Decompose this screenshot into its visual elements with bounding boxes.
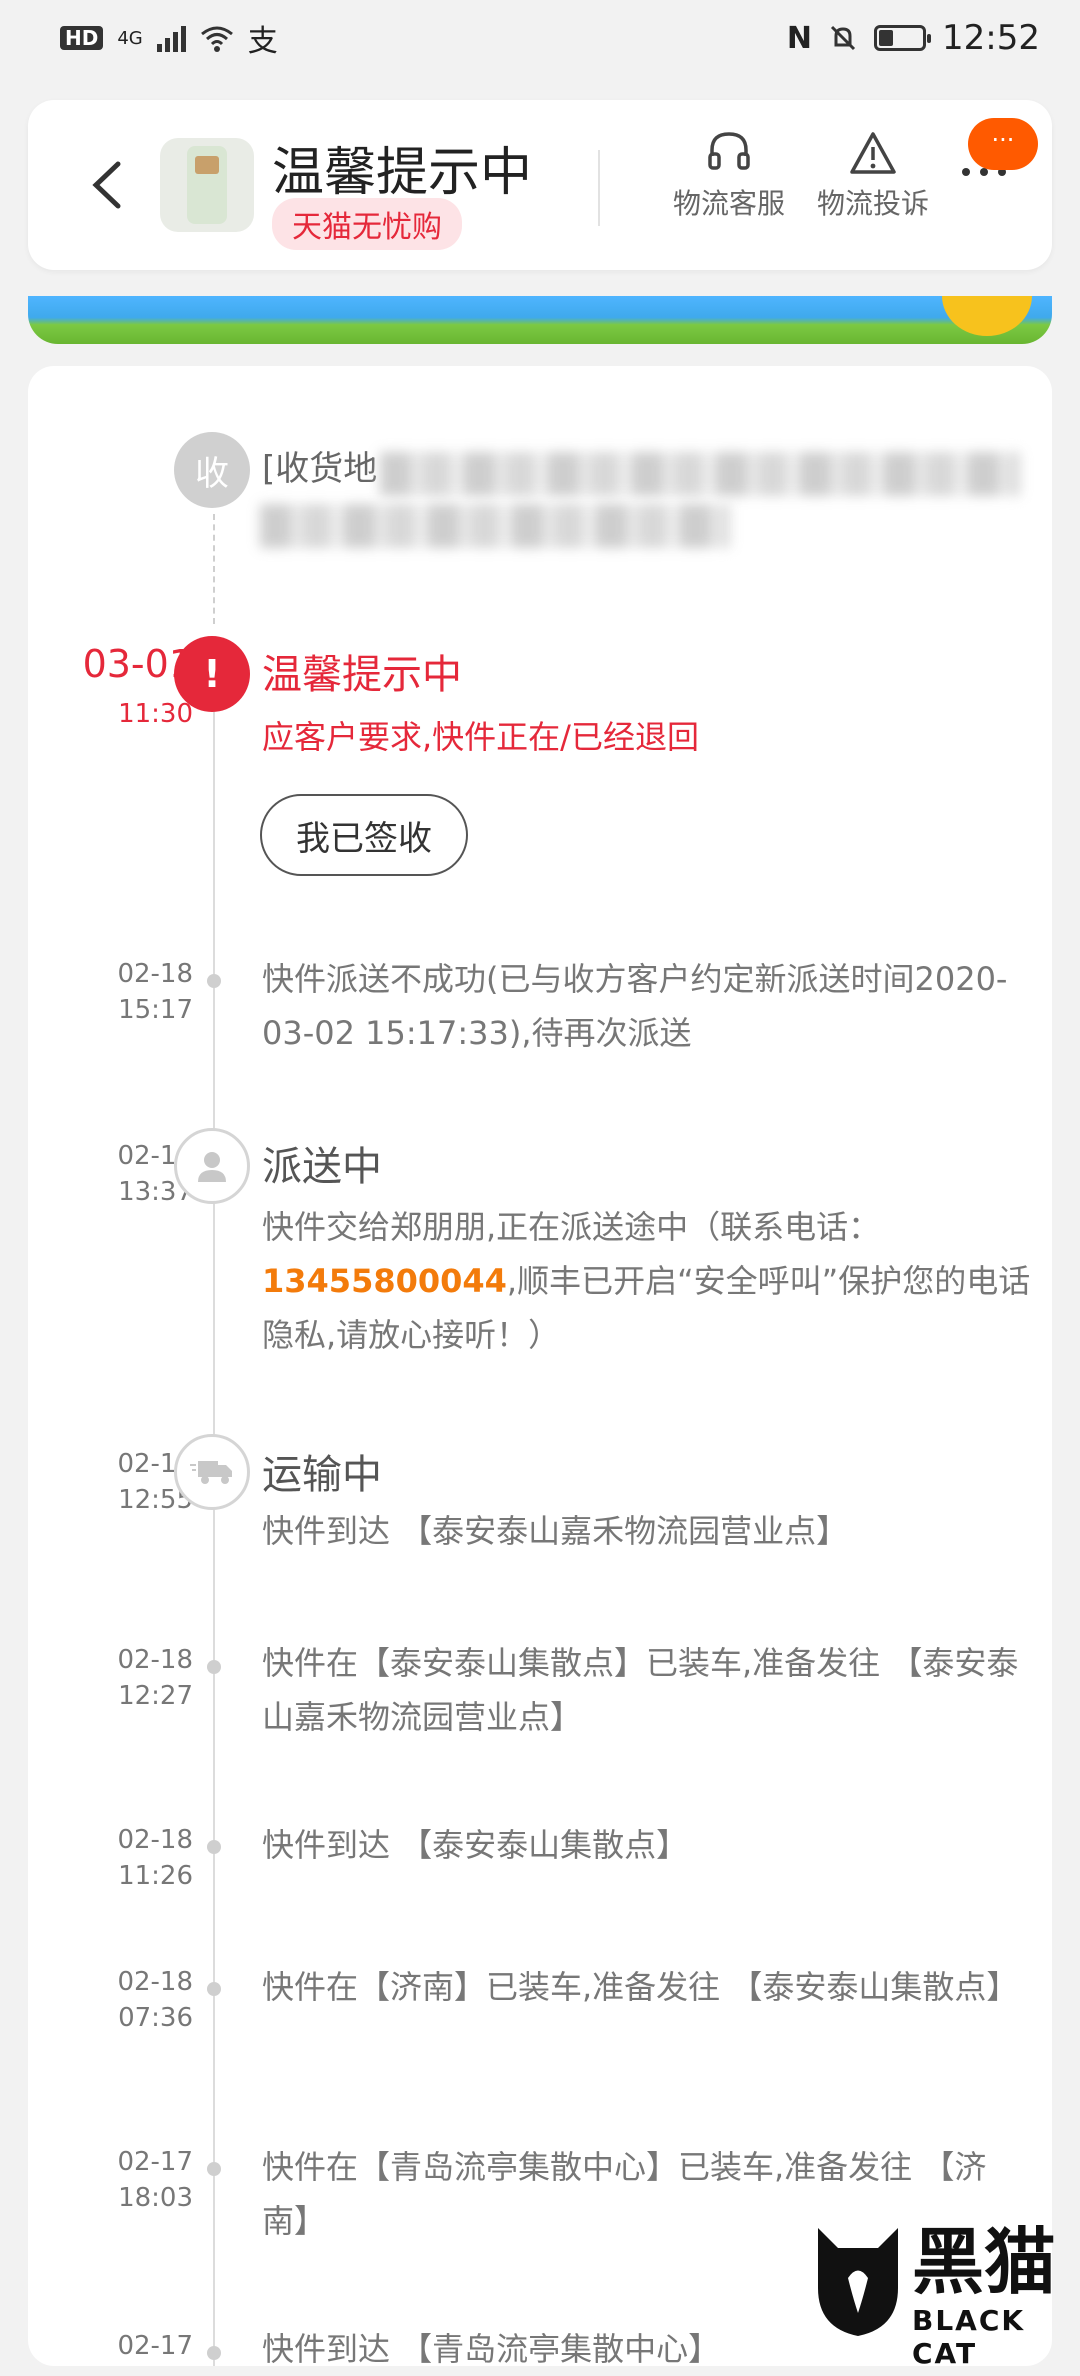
event-time: 18:03	[118, 2183, 193, 2213]
event-date: 02-18	[117, 959, 193, 989]
product-thumbnail[interactable]	[160, 138, 254, 232]
promo-banner[interactable]	[28, 296, 1052, 344]
mute-bell-icon	[830, 25, 856, 51]
event-title: 派送中	[262, 1144, 382, 1190]
status-bar: HD 4G 支 N 12:52	[0, 0, 1080, 76]
watermark-cn: 黑猫	[912, 2220, 1057, 2304]
blurred-address	[380, 452, 1020, 496]
event-desc: 快件交给郑朋朋,正在派送途中（联系电话：13455800044,顺丰已开启“安全…	[262, 1200, 1032, 1362]
timeline-dot	[207, 2162, 221, 2176]
page-title: 温馨提示中	[272, 143, 533, 203]
event-date: 02-18	[117, 1825, 193, 1855]
back-arrow-icon[interactable]	[78, 150, 138, 220]
signed-button[interactable]: 我已签收	[260, 794, 468, 876]
event-time: 11:26	[118, 1861, 193, 1891]
divider	[598, 150, 600, 226]
hd-icon: HD	[60, 26, 104, 50]
timeline-dashed-line	[213, 514, 215, 624]
timeline-dot	[207, 1982, 221, 1996]
warning-icon	[850, 132, 896, 174]
event-date: 02-17	[117, 2331, 193, 2361]
event-desc: 快件到达 【泰安泰山集散点】	[262, 1826, 689, 1864]
event-time: 12:27	[118, 1681, 193, 1711]
timeline-dot	[207, 1660, 221, 1674]
timeline-dot	[207, 1840, 221, 1854]
black-cat-watermark: 黑猫 BLACK CAT	[808, 2218, 1080, 2370]
logistics-timeline: 收 [收货地 03-01 11:30 ! 温馨提示中 应客户要求,快件正在/已经…	[28, 366, 1052, 2368]
battery-icon	[874, 25, 932, 51]
headset-icon	[708, 132, 750, 170]
nfc-icon: N	[786, 20, 813, 56]
event-desc: 应客户要求,快件正在/已经退回	[262, 718, 699, 756]
event-date: 02-18	[117, 1967, 193, 1997]
status-right: N 12:52	[787, 18, 1040, 58]
product-image	[187, 146, 227, 224]
alipay-icon: 支	[247, 24, 278, 59]
event-title: 运输中	[262, 1452, 382, 1498]
courier-phone-link[interactable]: 13455800044	[262, 1262, 507, 1300]
event-time: 07:36	[118, 2003, 193, 2033]
logistics-service-button[interactable]: 物流客服	[664, 130, 794, 222]
watermark-en: BLACK CAT	[912, 2304, 1026, 2370]
coin-graphic	[942, 296, 1032, 336]
courier-icon	[174, 1128, 250, 1204]
signal-icon	[156, 24, 186, 52]
event-desc-before: 快件交给郑朋朋,正在派送途中（联系电话：	[262, 1208, 881, 1246]
event-time: 13:37	[118, 1177, 193, 1207]
event-time: 12:55	[118, 1485, 193, 1515]
tmall-worry-free-tag[interactable]: 天猫无忧购	[272, 198, 462, 250]
timeline-dot	[207, 974, 221, 988]
logistics-complaint-button[interactable]: 物流投诉	[808, 130, 938, 222]
wifi-icon	[200, 26, 233, 52]
message-badge[interactable]: ···	[968, 118, 1038, 170]
event-desc: 快件派送不成功(已与收方客户约定新派送时间2020-03-02 15:17:33…	[262, 960, 1008, 1052]
network-label: 4G	[117, 27, 143, 49]
event-desc: 快件在【泰安泰山集散点】已装车,准备发往 【泰安泰山嘉禾物流园营业点】	[262, 1644, 1019, 1736]
cat-logo-icon	[818, 2228, 898, 2336]
receiver-icon: 收	[174, 432, 250, 508]
truck-icon	[174, 1434, 250, 1510]
status-left: HD 4G 支	[60, 16, 278, 60]
event-title: 温馨提示中	[262, 652, 462, 698]
event-date: 02-18	[117, 1645, 193, 1675]
event-time: 15:17	[118, 995, 193, 1025]
event-desc: 快件到达 【泰安泰山嘉禾物流园营业点】	[262, 1512, 849, 1550]
clock: 12:52	[942, 18, 1040, 58]
top-header: 温馨提示中 天猫无忧购 物流客服 物流投诉 ···	[28, 100, 1052, 270]
event-time: 11:30	[118, 699, 193, 729]
logistics-card: 收 [收货地 03-01 11:30 ! 温馨提示中 应客户要求,快件正在/已经…	[28, 366, 1052, 2368]
event-desc: 快件在【济南】已装车,准备发往 【泰安泰山集散点】	[262, 1968, 1019, 2006]
timeline-dot	[207, 2346, 221, 2360]
event-date: 02-17	[117, 2147, 193, 2177]
alert-icon: !	[174, 636, 250, 712]
logistics-service-label: 物流客服	[672, 187, 785, 220]
blurred-address-line2	[260, 504, 730, 548]
logistics-complaint-label: 物流投诉	[816, 187, 929, 220]
